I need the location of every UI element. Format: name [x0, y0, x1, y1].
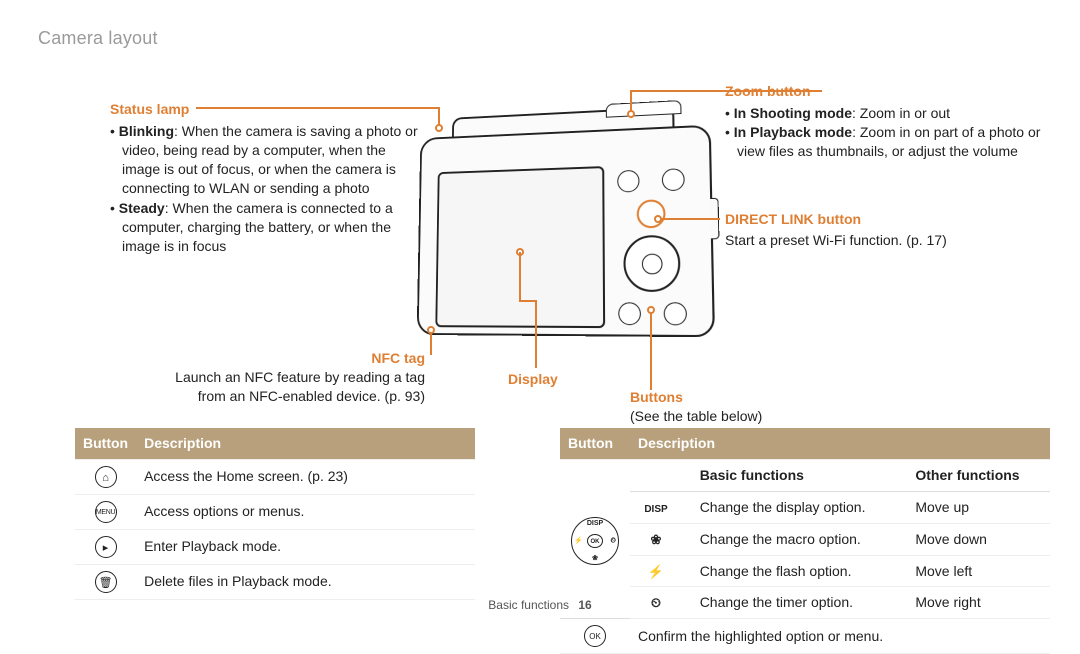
cell-desc: Access the Home screen. (p. 23) — [136, 459, 475, 494]
callout-nfc-tag: NFC tag Launch an NFC feature by reading… — [165, 349, 425, 406]
navpad-icon: DISP ❀ ⚡ ⏲ OK — [571, 517, 619, 565]
table-header: Button — [75, 428, 136, 459]
cell-basic: Change the flash option. — [692, 555, 908, 587]
macro-icon: ❀ — [638, 531, 674, 549]
page-title: Camera layout — [38, 28, 158, 49]
button-table-left: Button Description ⌂ Access the Home scr… — [75, 428, 475, 600]
playback-icon: ▸ — [95, 536, 117, 558]
menu-icon: MENU — [95, 501, 117, 523]
callout-subtext: Launch an NFC feature by reading a tag — [165, 368, 425, 387]
cell-other: Move left — [907, 555, 1050, 587]
callout-direct-link: DIRECT LINK button Start a preset Wi-Fi … — [725, 210, 1025, 250]
callout-title: Buttons — [630, 388, 890, 407]
callout-zoom-button: Zoom button • In Shooting mode: Zoom in … — [725, 82, 1060, 161]
table-row: DISP Change the display option. Move up — [560, 491, 1050, 523]
table-header-row: Button Description — [75, 428, 475, 459]
bullet-label: Steady — [119, 200, 165, 216]
callout-buttons: Buttons (See the table below) — [630, 388, 890, 426]
bullet-label: In Playback mode — [734, 124, 852, 140]
leader-dot — [627, 110, 635, 118]
table-header-row: Button Description — [560, 428, 1050, 459]
footer-section: Basic functions — [488, 598, 569, 612]
callout-title: DIRECT LINK button — [725, 210, 1025, 229]
leader-line — [535, 300, 537, 368]
callout-display: Display — [508, 370, 568, 389]
callout-subtext: (See the table below) — [630, 407, 890, 426]
bullet-label: In Shooting mode — [734, 105, 852, 121]
leader-line — [650, 310, 652, 390]
leader-line — [438, 107, 440, 125]
dpad-graphic — [623, 235, 680, 292]
callout-subtext: from an NFC-enabled device. (p. 93) — [165, 387, 425, 406]
cell-desc: Enter Playback mode. — [136, 529, 475, 564]
cell-other: Move down — [907, 523, 1050, 555]
subheader-basic: Basic functions — [692, 459, 908, 491]
cell-basic: Change the macro option. — [692, 523, 908, 555]
subheader-other: Other functions — [907, 459, 1050, 491]
table-row: ⌂ Access the Home screen. (p. 23) — [75, 459, 475, 494]
table-row: ❀ Change the macro option. Move down — [560, 523, 1050, 555]
leader-line — [196, 107, 438, 109]
leader-dot — [647, 306, 655, 314]
callout-title: NFC tag — [165, 349, 425, 368]
table-header: Description — [630, 428, 1050, 459]
table-row: OK Confirm the highlighted option or men… — [560, 619, 1050, 654]
leader-dot — [435, 124, 443, 132]
leader-line — [660, 218, 720, 220]
cell-desc: Delete files in Playback mode. — [136, 564, 475, 599]
page-footer: Basic functions 16 — [0, 598, 1080, 612]
home-icon: ⌂ — [95, 466, 117, 488]
trash-icon: 🗑 — [95, 571, 117, 593]
leader-line — [630, 90, 632, 112]
leader-dot — [654, 215, 662, 223]
table-row: ⚡ Change the flash option. Move left — [560, 555, 1050, 587]
cell-other: Move up — [907, 491, 1050, 523]
callout-status-lamp: Status lamp • Blinking: When the camera … — [110, 100, 420, 258]
leader-line — [519, 300, 536, 302]
direct-link-button-graphic — [637, 199, 666, 228]
leader-line — [630, 90, 822, 92]
cell-basic: Change the display option. — [692, 491, 908, 523]
table-subheader-row: DISP ❀ ⚡ ⏲ OK Basic functions Other func… — [560, 459, 1050, 491]
cell-desc: Access options or menus. — [136, 494, 475, 529]
callout-subtext: Start a preset Wi-Fi function. (p. 17) — [725, 231, 1025, 250]
callout-title: Status lamp — [110, 101, 189, 117]
leader-dot — [427, 326, 435, 334]
button-table-right: Button Description DISP ❀ ⚡ ⏲ OK Basic f… — [560, 428, 1050, 654]
table-row: ▸ Enter Playback mode. — [75, 529, 475, 564]
ok-icon: OK — [584, 625, 606, 647]
bullet-text: : Zoom in or out — [852, 105, 950, 121]
disp-icon: DISP — [638, 503, 674, 517]
table-row: MENU Access options or menus. — [75, 494, 475, 529]
footer-page-number: 16 — [578, 598, 591, 612]
leader-line — [519, 252, 521, 302]
flash-icon: ⚡ — [638, 563, 674, 581]
table-row: 🗑 Delete files in Playback mode. — [75, 564, 475, 599]
table-header: Button — [560, 428, 630, 459]
bullet-label: Blinking — [119, 123, 174, 139]
camera-illustration — [417, 105, 715, 338]
table-header: Description — [136, 428, 475, 459]
cell-desc: Confirm the highlighted option or menu. — [630, 619, 1050, 654]
